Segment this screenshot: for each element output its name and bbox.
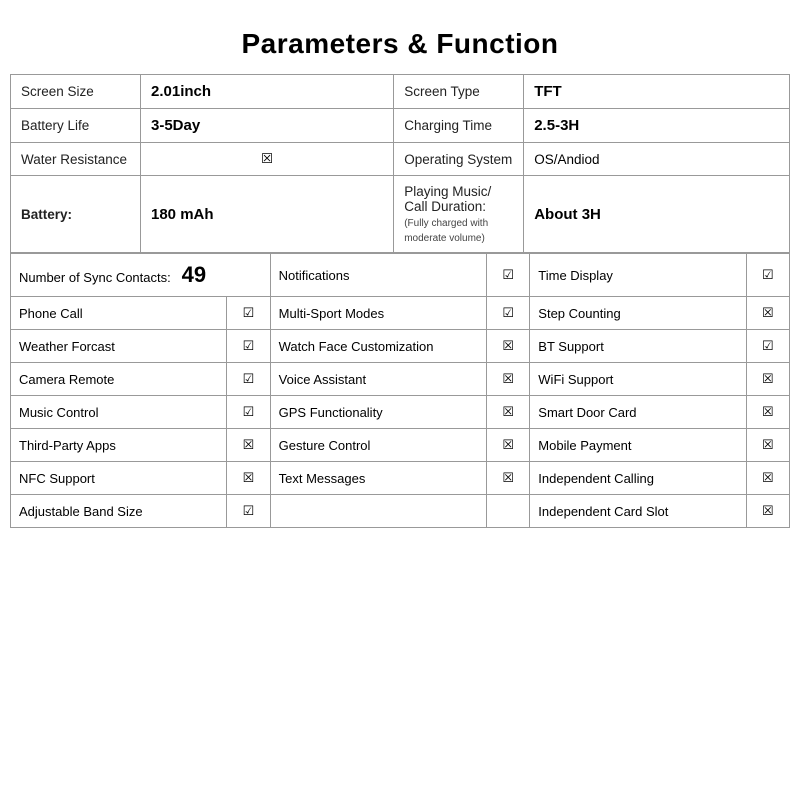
screen-type-label: Screen Type [394, 75, 524, 109]
table-row: Weather Forcast Watch Face Customization… [11, 330, 790, 363]
feature-check [227, 363, 270, 396]
water-resistance-check [141, 143, 394, 176]
os-label: Operating System [394, 143, 524, 176]
feature-header-row: Number of Sync Contacts: 49 Notification… [11, 254, 790, 297]
os-value: OS/Andiod [524, 143, 790, 176]
charging-time-value: 2.5-3H [524, 109, 790, 143]
music-call-value: About 3H [524, 176, 790, 253]
feature-check [227, 297, 270, 330]
notifications-check [487, 254, 530, 297]
battery-life-label: Battery Life [11, 109, 141, 143]
feature-check [487, 363, 530, 396]
feature-label: Text Messages [270, 462, 486, 495]
feature-check [227, 462, 270, 495]
battery-music-row: Battery: 180 mAh Playing Music/ Call Dur… [11, 176, 790, 253]
feature-check [746, 330, 789, 363]
feature-label: WiFi Support [530, 363, 746, 396]
feature-label: Music Control [11, 396, 227, 429]
feature-label-empty [270, 495, 486, 528]
params-table: Screen Size 2.01inch Screen Type TFT Bat… [10, 74, 790, 253]
feature-check [227, 396, 270, 429]
screen-row: Screen Size 2.01inch Screen Type TFT [11, 75, 790, 109]
feature-label: Mobile Payment [530, 429, 746, 462]
table-row: Phone Call Multi-Sport Modes Step Counti… [11, 297, 790, 330]
feature-check [227, 495, 270, 528]
feature-check [487, 297, 530, 330]
battery-label: Battery: [11, 176, 141, 253]
feature-label: Adjustable Band Size [11, 495, 227, 528]
feature-label: Weather Forcast [11, 330, 227, 363]
feature-check [746, 495, 789, 528]
feature-label: Multi-Sport Modes [270, 297, 486, 330]
water-resistance-label: Water Resistance [11, 143, 141, 176]
water-os-row: Water Resistance Operating System OS/And… [11, 143, 790, 176]
feature-table: Number of Sync Contacts: 49 Notification… [10, 253, 790, 528]
feature-label: Independent Calling [530, 462, 746, 495]
screen-size-label: Screen Size [11, 75, 141, 109]
battery-value: 180 mAh [141, 176, 394, 253]
feature-check [746, 429, 789, 462]
time-display-label: Time Display [530, 254, 746, 297]
battery-life-row: Battery Life 3-5Day Charging Time 2.5-3H [11, 109, 790, 143]
screen-type-value: TFT [524, 75, 790, 109]
battery-life-value: 3-5Day [141, 109, 394, 143]
feature-check [227, 429, 270, 462]
feature-label: BT Support [530, 330, 746, 363]
sync-contacts-value: 49 [182, 262, 206, 287]
feature-label: Independent Card Slot [530, 495, 746, 528]
feature-check [227, 330, 270, 363]
feature-label: Voice Assistant [270, 363, 486, 396]
feature-label: Camera Remote [11, 363, 227, 396]
feature-check [487, 462, 530, 495]
feature-check [746, 396, 789, 429]
notifications-label: Notifications [270, 254, 486, 297]
feature-check [487, 429, 530, 462]
time-display-check [746, 254, 789, 297]
table-row: Third-Party Apps Gesture Control Mobile … [11, 429, 790, 462]
screen-size-value: 2.01inch [141, 75, 394, 109]
feature-label: Third-Party Apps [11, 429, 227, 462]
feature-label: Phone Call [11, 297, 227, 330]
feature-check [487, 330, 530, 363]
feature-label: Step Counting [530, 297, 746, 330]
feature-check-empty [487, 495, 530, 528]
feature-label: Smart Door Card [530, 396, 746, 429]
feature-label: Gesture Control [270, 429, 486, 462]
feature-check [746, 462, 789, 495]
table-row: NFC Support Text Messages Independent Ca… [11, 462, 790, 495]
table-row: Camera Remote Voice Assistant WiFi Suppo… [11, 363, 790, 396]
music-call-label: Playing Music/ Call Duration: (Fully cha… [394, 176, 524, 253]
feature-check [746, 297, 789, 330]
feature-check [487, 396, 530, 429]
feature-check [746, 363, 789, 396]
sync-contacts-label: Number of Sync Contacts: [19, 270, 171, 285]
feature-label: Watch Face Customization [270, 330, 486, 363]
feature-label: NFC Support [11, 462, 227, 495]
table-row: Adjustable Band Size Independent Card Sl… [11, 495, 790, 528]
table-row: Music Control GPS Functionality Smart Do… [11, 396, 790, 429]
page-title: Parameters & Function [10, 10, 790, 74]
feature-label: GPS Functionality [270, 396, 486, 429]
charging-time-label: Charging Time [394, 109, 524, 143]
